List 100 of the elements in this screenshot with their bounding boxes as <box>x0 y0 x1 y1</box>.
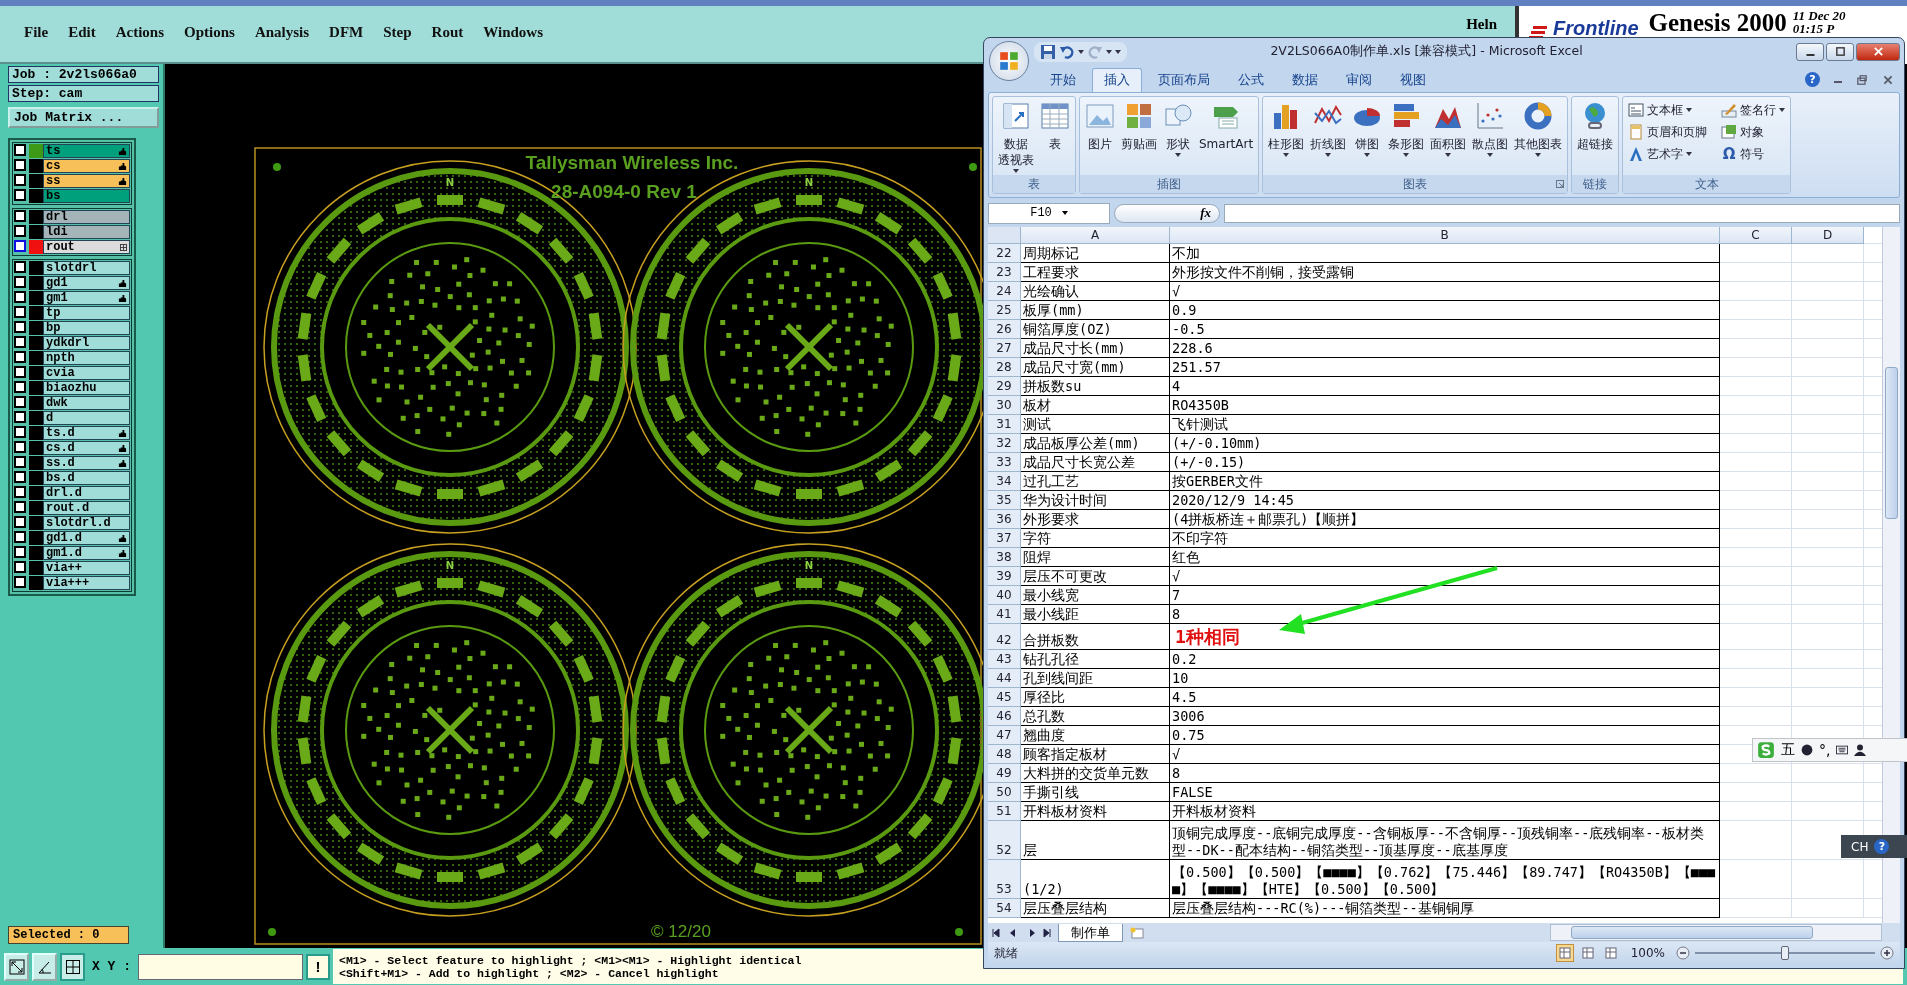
dialog-launcher-icon[interactable] <box>1556 180 1565 188</box>
layer-name[interactable]: rout <box>43 240 130 254</box>
layer-checkbox[interactable] <box>14 276 26 288</box>
layer-name[interactable]: bp <box>43 321 130 335</box>
empty-cell[interactable] <box>1720 899 1792 918</box>
ribbon-button[interactable]: 数据 透视表 <box>996 99 1036 173</box>
empty-cell[interactable] <box>1792 899 1864 918</box>
row-number[interactable]: 40 <box>988 586 1021 605</box>
ribbon-button[interactable]: Ω 符号 <box>1719 143 1788 165</box>
ribbon-button[interactable]: 图片 <box>1083 99 1117 173</box>
ribbon-button[interactable]: 条形图 <box>1386 99 1427 173</box>
menu-item[interactable]: Options <box>184 24 235 41</box>
empty-cell[interactable] <box>1720 821 1792 860</box>
layer-checkbox[interactable] <box>14 306 26 318</box>
layer-name[interactable]: via++ <box>43 561 130 575</box>
help-button[interactable]: ? <box>1805 72 1820 87</box>
punctuation-mode[interactable]: °, <box>1819 742 1831 758</box>
ribbon-button[interactable]: 表 <box>1038 99 1072 173</box>
row-number[interactable]: 41 <box>988 605 1021 624</box>
empty-cell[interactable] <box>1720 377 1792 396</box>
menu-item[interactable]: File <box>24 24 49 41</box>
empty-cell[interactable] <box>1792 377 1864 396</box>
layer-name[interactable]: d <box>43 411 130 425</box>
empty-cell[interactable] <box>1720 434 1792 453</box>
layer-checkbox[interactable] <box>14 210 26 222</box>
layer-name[interactable]: bs.d <box>43 471 130 485</box>
empty-cell[interactable] <box>1792 339 1864 358</box>
name-box[interactable]: F10 <box>988 202 1110 224</box>
menu-item[interactable]: Edit <box>68 24 96 41</box>
layer-name[interactable]: ss.d <box>43 456 130 470</box>
layer-name[interactable]: gm1 <box>43 291 130 305</box>
row-number[interactable]: 54 <box>988 899 1021 918</box>
empty-cell[interactable] <box>1792 320 1864 339</box>
zoom-out-icon[interactable] <box>1676 946 1690 960</box>
empty-cell[interactable] <box>1792 802 1864 821</box>
empty-cell[interactable] <box>1792 669 1864 688</box>
row-number[interactable]: 50 <box>988 783 1021 802</box>
ribbon-button[interactable]: SmartArt <box>1197 99 1256 173</box>
restore-icon[interactable] <box>1856 74 1868 86</box>
ribbon-button[interactable]: 签名行 <box>1719 99 1788 121</box>
empty-cell[interactable] <box>1792 688 1864 707</box>
layer-name[interactable]: via+++ <box>43 576 130 590</box>
layer-checkbox[interactable] <box>14 516 26 528</box>
row-number[interactable]: 39 <box>988 567 1021 586</box>
menu-item[interactable]: DFM <box>329 24 364 41</box>
column-header[interactable]: B <box>1170 227 1720 244</box>
empty-cell[interactable] <box>1792 707 1864 726</box>
empty-cell[interactable] <box>1792 396 1864 415</box>
layer-name[interactable]: ydkdrl <box>43 336 130 350</box>
layer-checkbox[interactable] <box>14 576 26 588</box>
layer-checkbox[interactable] <box>14 240 26 252</box>
ribbon-button[interactable]: 柱形图 <box>1266 99 1307 173</box>
row-number[interactable]: 35 <box>988 491 1021 510</box>
layer-name[interactable]: gm1.d <box>43 546 130 560</box>
row-number[interactable]: 53 <box>988 860 1021 899</box>
column-header[interactable]: C <box>1720 227 1792 244</box>
layer-checkbox[interactable] <box>14 261 26 273</box>
layer-name[interactable]: ldi <box>43 225 130 239</box>
ribbon-button[interactable]: 其他图表 <box>1512 99 1565 173</box>
ribbon-button[interactable]: 剪贴画 <box>1119 99 1159 173</box>
layer-checkbox[interactable] <box>14 159 26 171</box>
empty-cell[interactable] <box>1720 586 1792 605</box>
row-number[interactable]: 42 <box>988 624 1021 650</box>
ribbon-tab[interactable]: 审阅 <box>1334 68 1384 92</box>
layer-name[interactable]: bs <box>43 189 130 203</box>
empty-cell[interactable] <box>1792 548 1864 567</box>
row-number[interactable]: 31 <box>988 415 1021 434</box>
ribbon-button[interactable]: 页眉和页脚 <box>1626 121 1710 143</box>
empty-cell[interactable] <box>1720 860 1792 899</box>
ribbon-button[interactable]: 散点图 <box>1470 99 1511 173</box>
coordinate-field[interactable] <box>138 953 303 980</box>
layer-checkbox[interactable] <box>14 336 26 348</box>
empty-cell[interactable] <box>1792 453 1864 472</box>
layer-checkbox[interactable] <box>14 546 26 558</box>
empty-cell[interactable] <box>1792 567 1864 586</box>
row-number[interactable]: 51 <box>988 802 1021 821</box>
empty-cell[interactable] <box>1720 263 1792 282</box>
layer-name[interactable]: gd1 <box>43 276 130 290</box>
ribbon-tab[interactable]: 视图 <box>1388 68 1438 92</box>
ribbon-tab[interactable]: 开始 <box>1038 68 1088 92</box>
empty-cell[interactable] <box>1720 624 1792 650</box>
empty-cell[interactable] <box>1720 358 1792 377</box>
layer-name[interactable]: biaozhu <box>43 381 130 395</box>
ribbon-button[interactable]: 面积图 <box>1428 99 1469 173</box>
select-all-corner[interactable] <box>988 227 1021 244</box>
close-icon[interactable] <box>1882 74 1894 86</box>
empty-cell[interactable] <box>1792 586 1864 605</box>
ribbon-button[interactable]: 饼图 <box>1350 99 1385 173</box>
layer-name[interactable]: slotdrl.d <box>43 516 130 530</box>
layer-checkbox[interactable] <box>14 381 26 393</box>
input-mode[interactable]: 五 <box>1781 741 1795 759</box>
layer-checkbox[interactable] <box>14 144 26 156</box>
menu-item[interactable]: Analysis <box>254 24 310 41</box>
grid-button[interactable] <box>60 952 85 981</box>
ribbon-tab[interactable]: 页面布局 <box>1146 68 1222 92</box>
zoom-in-icon[interactable] <box>1880 946 1894 960</box>
ribbon-button[interactable]: 艺术字 <box>1626 143 1710 165</box>
sheet-navigation-icon[interactable] <box>992 927 1052 938</box>
layer-name[interactable]: ss <box>43 174 130 188</box>
column-header[interactable]: D <box>1792 227 1864 244</box>
